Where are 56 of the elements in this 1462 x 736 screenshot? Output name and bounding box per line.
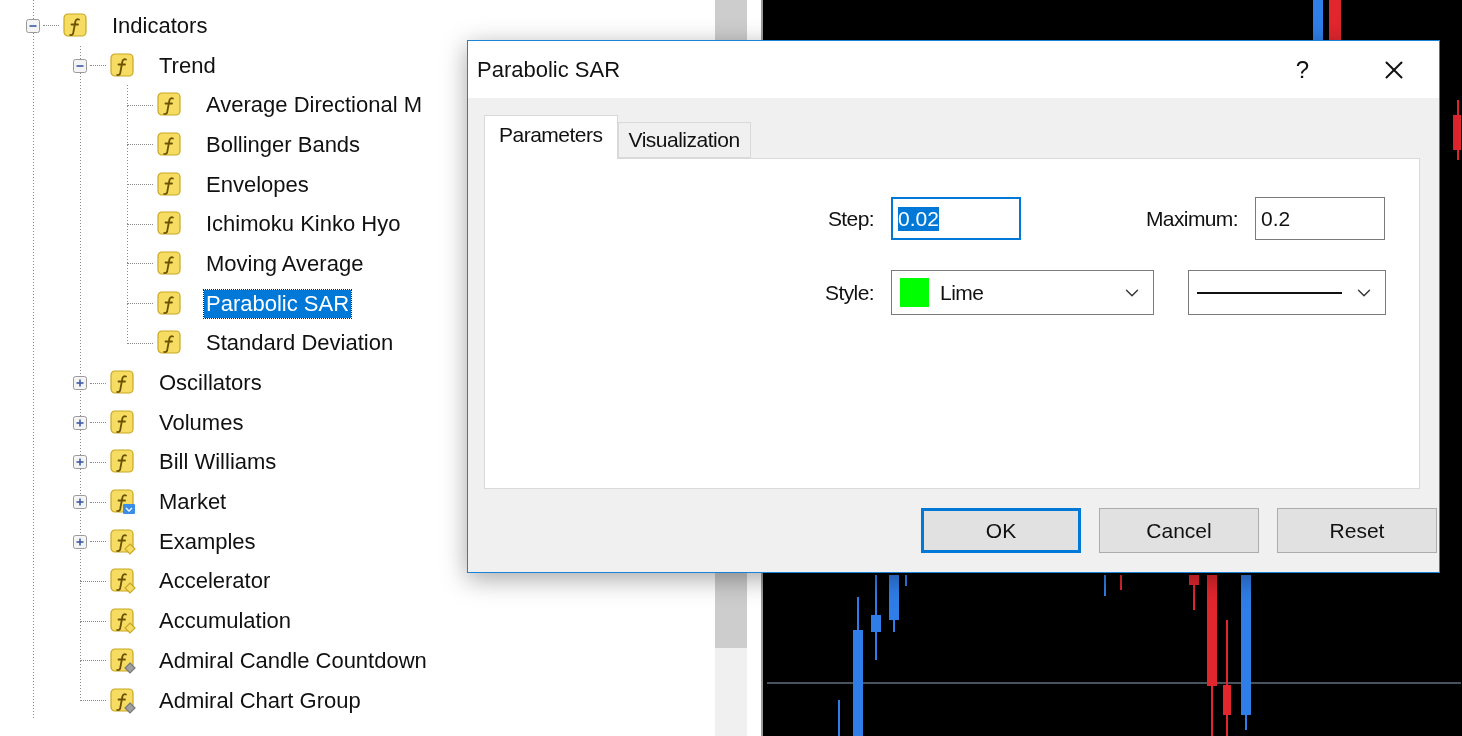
expand-icon[interactable] xyxy=(73,534,87,549)
dialog-button[interactable]: OK xyxy=(921,508,1081,553)
tree-item[interactable]: Moving Average xyxy=(204,249,366,278)
field-label: Style: xyxy=(824,280,875,305)
function-folder-icon xyxy=(110,489,136,516)
function-icon xyxy=(110,409,136,436)
tree-item[interactable]: Market xyxy=(157,488,229,517)
expand-icon[interactable] xyxy=(73,495,87,510)
field-label: Step: xyxy=(826,206,875,231)
function-icon xyxy=(157,171,183,198)
tree-item[interactable]: Trend xyxy=(157,51,218,80)
tree-item[interactable]: Standard Deviation xyxy=(204,329,396,358)
function-icon xyxy=(63,12,89,39)
tree-item[interactable]: Accumulation xyxy=(157,607,294,636)
expand-icon[interactable] xyxy=(73,376,87,391)
tree-item[interactable]: Volumes xyxy=(157,408,246,437)
tree-item[interactable]: Average Directional M xyxy=(204,91,425,120)
color-select[interactable]: Lime xyxy=(891,270,1154,315)
expand-icon[interactable] xyxy=(73,455,87,470)
candle xyxy=(1313,0,1323,41)
tree-item[interactable]: Oscillators xyxy=(157,369,264,398)
dialog-button[interactable]: Cancel xyxy=(1099,508,1259,553)
tree-item[interactable]: Admiral Candle Countdown xyxy=(157,646,429,675)
function-icon xyxy=(110,370,136,397)
tree-item[interactable]: Indicators xyxy=(110,11,210,40)
line-style-select[interactable] xyxy=(1188,270,1386,315)
tree-item[interactable]: Bill Williams xyxy=(157,448,279,477)
function-icon xyxy=(157,250,183,277)
candle xyxy=(1189,574,1199,611)
function-icon xyxy=(110,449,136,476)
tree-item[interactable]: Envelopes xyxy=(204,170,311,199)
number-field[interactable]: 0.02 xyxy=(891,197,1021,240)
number-field[interactable]: 0.2 xyxy=(1255,197,1385,240)
help-button[interactable]: ? xyxy=(1289,55,1315,84)
tree-item[interactable]: Admiral Chart Group xyxy=(157,686,363,715)
function-icon xyxy=(157,211,183,238)
tree-item[interactable]: Ichimoku Kinko Hyo xyxy=(204,210,403,239)
dialog-button[interactable]: Reset xyxy=(1277,508,1437,553)
collapse-icon[interactable] xyxy=(73,58,87,73)
candle xyxy=(889,574,899,633)
function-icon xyxy=(110,52,136,79)
collapse-icon[interactable] xyxy=(26,18,40,33)
candle xyxy=(1453,99,1461,161)
function-icon xyxy=(157,92,183,119)
dialog-title: Parabolic SAR xyxy=(477,56,622,83)
tree-item[interactable]: Examples xyxy=(157,527,258,556)
tree-item[interactable]: Parabolic SAR xyxy=(204,289,352,318)
tab[interactable]: Parameters xyxy=(484,115,618,159)
function-icon xyxy=(157,290,183,317)
expand-icon[interactable] xyxy=(73,415,87,430)
function-icon xyxy=(157,131,183,158)
function-icon xyxy=(157,330,183,357)
field-label: Maximum: xyxy=(1144,206,1239,231)
tree-item[interactable]: Bollinger Bands xyxy=(204,130,363,159)
tree-item[interactable]: Accelerator xyxy=(157,567,273,596)
tab[interactable]: Visualization xyxy=(617,122,751,158)
